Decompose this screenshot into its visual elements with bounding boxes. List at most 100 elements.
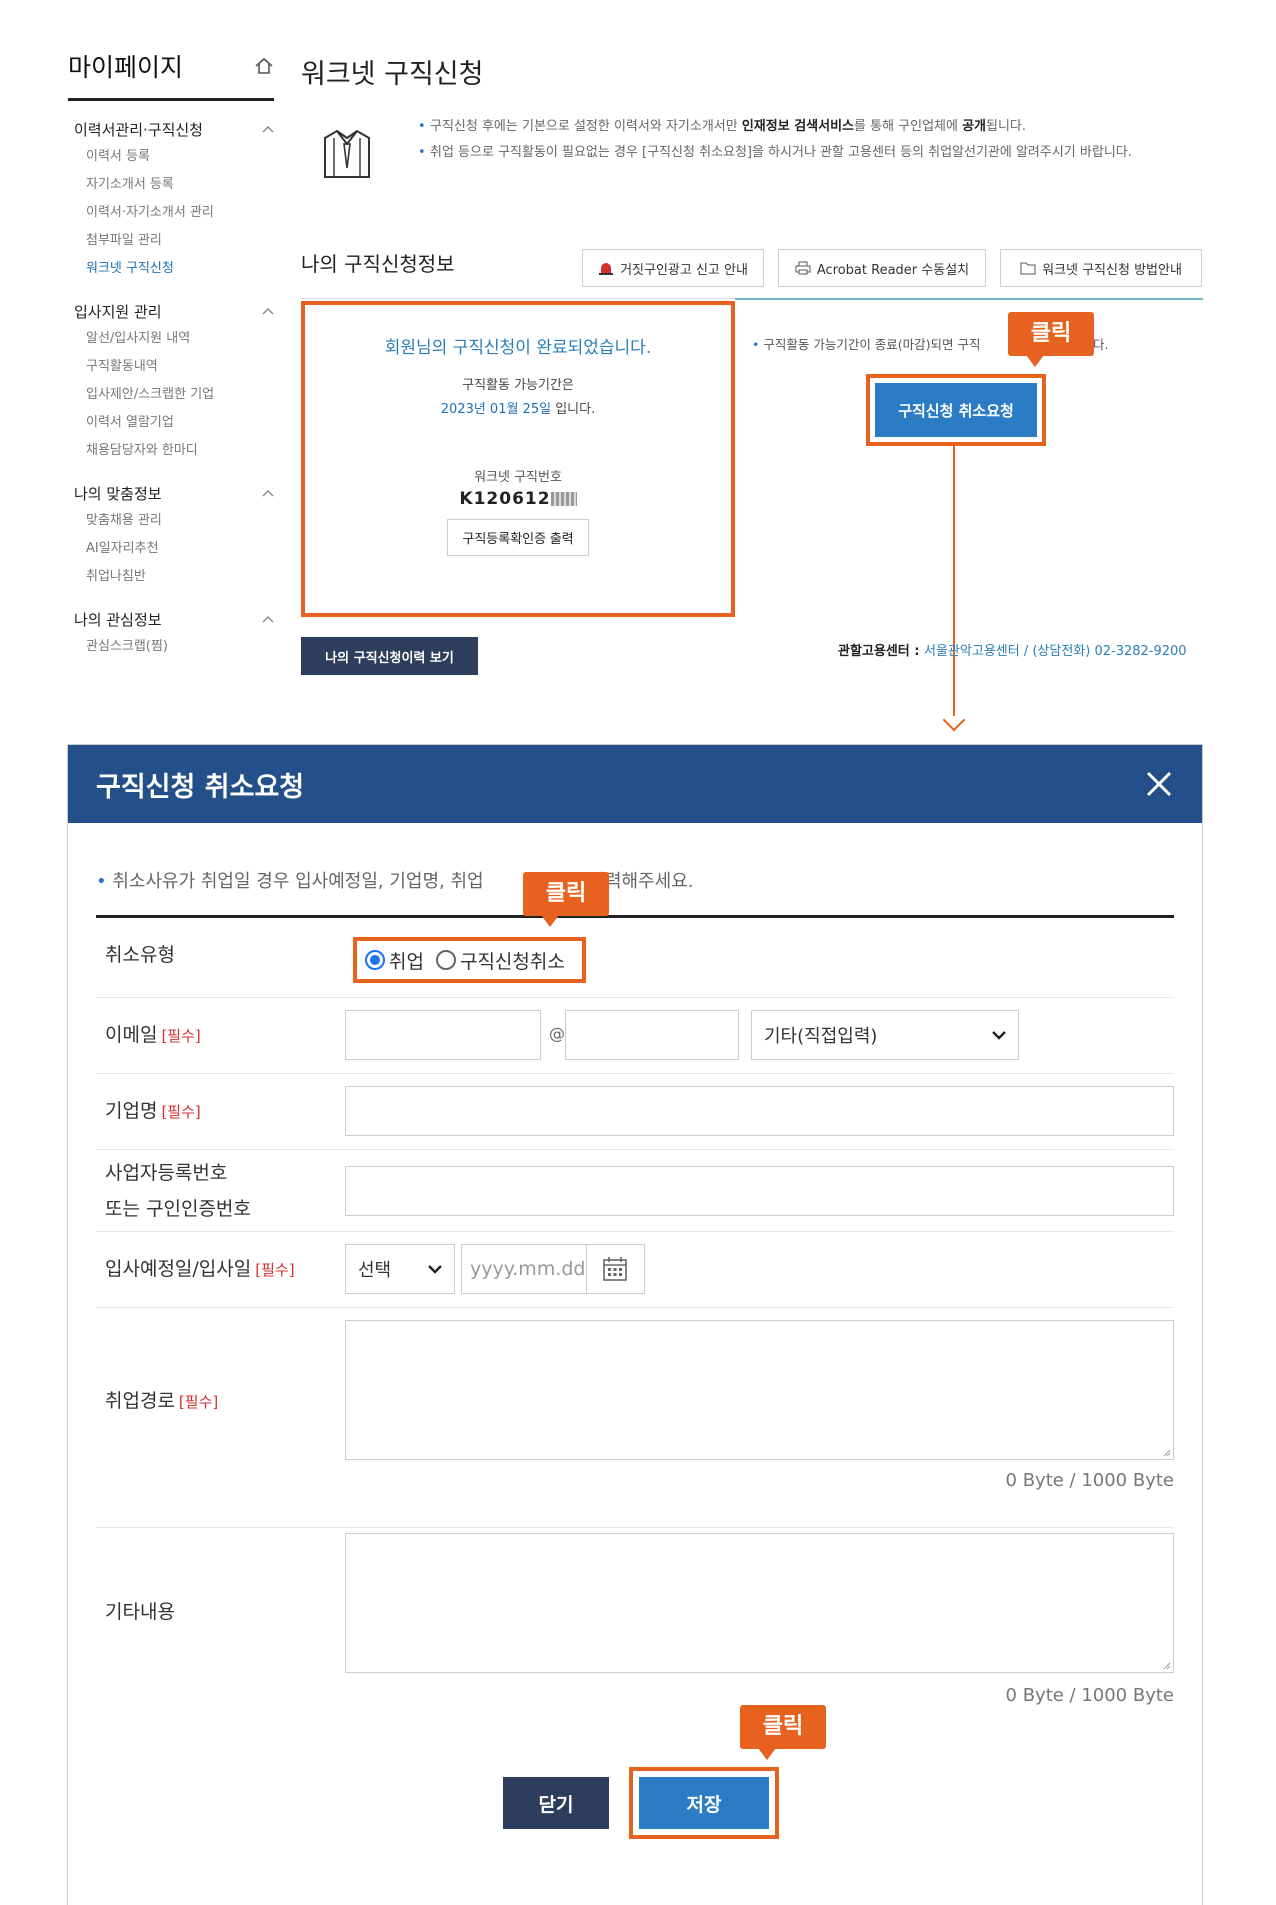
sidebar-item-compass[interactable]: 취업나침반	[68, 563, 274, 591]
close-icon[interactable]	[1144, 769, 1174, 799]
radio-cancel-label[interactable]: 구직신청취소	[460, 947, 565, 974]
shirt-icon	[324, 129, 370, 178]
required-mark: [필수]	[178, 1393, 219, 1411]
employment-path-label: 취업경로 [필수]	[105, 1390, 219, 1412]
status-period: 구직활동 가능기간은 2023년 01월 25일 입니다.	[305, 374, 731, 422]
job-number: K120612	[305, 489, 731, 509]
sidebar-item-resume-manage[interactable]: 이력서·자기소개서 관리	[68, 199, 274, 227]
cancel-request-button[interactable]: 구직신청 취소요청	[875, 383, 1037, 437]
guide-button[interactable]: 워크넷 구직신청 방법안내	[1000, 249, 1202, 287]
sidebar-group-custom: 나의 맞춤정보 맞춤채용 관리 AI일자리추천 취업나침반	[68, 479, 274, 591]
click-callout: 클릭	[1008, 312, 1094, 367]
resize-handle-icon[interactable]	[1161, 1660, 1171, 1670]
select-value: 선택	[358, 1260, 392, 1281]
sidebar-item-viewers[interactable]: 이력서 열람기업	[68, 409, 274, 437]
sidebar-group-label: 이력서관리·구직신청	[74, 120, 203, 139]
etc-row: 기타내용 0 Byte / 1000 Byte	[96, 1529, 1174, 1747]
sidebar-group-header[interactable]: 입사지원 관리	[68, 297, 274, 325]
sidebar-group-header[interactable]: 나의 맞춤정보	[68, 479, 274, 507]
job-number-label: 워크넷 구직번호	[474, 470, 562, 485]
office-value: 서울관악고용센터 / (상담전화) 02-3282-9200	[924, 644, 1187, 659]
radio-employed[interactable]	[365, 950, 385, 970]
sidebar-group-label: 나의 관심정보	[74, 610, 162, 629]
sidebar-item-offers[interactable]: 입사제안/스크랩한 기업	[68, 381, 274, 409]
join-type-select[interactable]: 선택	[345, 1244, 455, 1294]
join-date-input[interactable]: yyyy.mm.dd	[461, 1244, 645, 1294]
sidebar-group-interest: 나의 관심정보 관심스크랩(찜)	[68, 605, 274, 661]
sidebar-group-header[interactable]: 이력서관리·구직신청	[68, 115, 274, 143]
cancel-type-row: 취소유형 취업 구직신청취소	[96, 918, 1174, 998]
sidebar-group-label: 나의 맞춤정보	[74, 484, 162, 503]
required-mark: [필수]	[255, 1261, 295, 1279]
section-title: 나의 구직신청정보	[301, 252, 455, 276]
chevron-up-icon	[262, 616, 274, 623]
radio-employed-label[interactable]: 취업	[389, 947, 424, 974]
calendar-icon	[603, 1257, 628, 1281]
business-number-row: 사업자등록번호 또는 구인인증번호	[96, 1150, 1174, 1232]
radio-cancel[interactable]	[435, 950, 456, 970]
home-icon[interactable]	[254, 56, 274, 76]
office-label: 관할고용센터 :	[838, 644, 925, 659]
sidebar-item-ai-recommend[interactable]: AI일자리추천	[68, 535, 274, 563]
employment-path-textarea[interactable]	[345, 1320, 1174, 1460]
button-label: 워크넷 구직신청 방법안내	[1042, 262, 1182, 278]
print-certificate-button[interactable]: 구직등록확인증 출력	[447, 519, 589, 556]
etc-textarea[interactable]	[345, 1533, 1174, 1673]
sidebar-item-job-application[interactable]: 워크넷 구직신청	[68, 255, 274, 283]
email-domain-input[interactable]	[565, 1010, 739, 1060]
click-callout: 클릭	[740, 1705, 826, 1760]
modal-header: 구직신청 취소요청	[68, 745, 1202, 823]
business-number-label: 사업자등록번호 또는 구인인증번호	[105, 1162, 251, 1220]
printer-icon	[795, 261, 811, 275]
sidebar-group-resume: 이력서관리·구직신청 이력서 등록 자기소개서 등록 이력서·자기소개서 관리 …	[68, 115, 274, 283]
business-number-input[interactable]	[345, 1166, 1174, 1216]
email-at: @	[549, 1024, 565, 1043]
sidebar-item-cover-letter[interactable]: 자기소개서 등록	[68, 171, 274, 199]
company-row: 기업명 [필수]	[96, 1074, 1174, 1150]
sidebar-header: 마이페이지	[68, 48, 274, 101]
click-callout: 클릭	[523, 872, 609, 927]
company-label: 기업명 [필수]	[105, 1100, 201, 1122]
divider	[735, 298, 1203, 300]
save-button[interactable]: 저장	[639, 1777, 769, 1829]
etc-label: 기타내용	[105, 1601, 175, 1623]
cancel-type-radio-group: 취업 구직신청취소	[353, 937, 586, 983]
sidebar-item-resume-register[interactable]: 이력서 등록	[68, 143, 274, 171]
sidebar-item-attachments[interactable]: 첨부파일 관리	[68, 227, 274, 255]
chevron-up-icon	[262, 308, 274, 315]
sidebar-item-recruiter-message[interactable]: 채용담당자와 한마디	[68, 437, 274, 465]
byte-counter: 0 Byte / 1000 Byte	[1005, 1685, 1174, 1706]
button-label: 거짓구인광고 신고 안내	[620, 262, 748, 278]
email-label: 이메일 [필수]	[105, 1024, 201, 1046]
fake-ad-report-button[interactable]: 거짓구인광고 신고 안내	[582, 249, 764, 287]
sidebar-group-label: 입사지원 관리	[74, 302, 162, 321]
email-local-input[interactable]	[345, 1010, 541, 1060]
sidebar-item-scrap[interactable]: 관심스크랩(찜)	[68, 633, 274, 661]
sidebar-title: 마이페이지	[68, 53, 184, 82]
chevron-down-icon	[428, 1264, 442, 1274]
arrow-connector	[953, 446, 955, 716]
sidebar-item-custom-jobs[interactable]: 맞춤채용 관리	[68, 507, 274, 535]
sidebar-item-activity[interactable]: 구직활동내역	[68, 353, 274, 381]
sidebar-group-applications: 입사지원 관리 알선/입사지원 내역 구직활동내역 입사제안/스크랩한 기업 이…	[68, 297, 274, 465]
office-info: 관할고용센터 : 서울관악고용센터 / (상담전화) 02-3282-9200	[838, 640, 1187, 659]
cancel-type-label: 취소유형	[105, 944, 175, 966]
chevron-down-icon	[992, 1030, 1006, 1040]
email-domain-select[interactable]: 기타(직접입력)	[751, 1010, 1019, 1060]
acrobat-install-button[interactable]: Acrobat Reader 수동설치	[778, 249, 986, 287]
save-highlight: 저장	[629, 1767, 779, 1839]
chevron-up-icon	[262, 490, 274, 497]
close-button[interactable]: 닫기	[503, 1777, 609, 1829]
history-button[interactable]: 나의 구직신청이력 보기	[301, 637, 478, 675]
status-panel: 회원님의 구직신청이 완료되었습니다. 구직활동 가능기간은 2023년 01월…	[301, 301, 735, 617]
select-value: 기타(직접입력)	[764, 1026, 878, 1047]
sidebar-item-referrals[interactable]: 알선/입사지원 내역	[68, 325, 274, 353]
resize-handle-icon[interactable]	[1161, 1447, 1171, 1457]
calendar-button[interactable]	[587, 1256, 644, 1282]
notice-list: 구직신청 후에는 기본으로 설정한 이력서와 자기소개서만 인재정보 검색서비스…	[418, 116, 1202, 168]
status-message: 회원님의 구직신청이 완료되었습니다.	[384, 338, 652, 358]
cancel-request-highlight: 구직신청 취소요청	[866, 374, 1046, 446]
sidebar-group-header[interactable]: 나의 관심정보	[68, 605, 274, 633]
notice-item: 취업 등으로 구직활동이 필요없는 경우 [구직신청 취소요청]을 하시거나 관…	[418, 142, 1202, 163]
company-input[interactable]	[345, 1086, 1174, 1136]
